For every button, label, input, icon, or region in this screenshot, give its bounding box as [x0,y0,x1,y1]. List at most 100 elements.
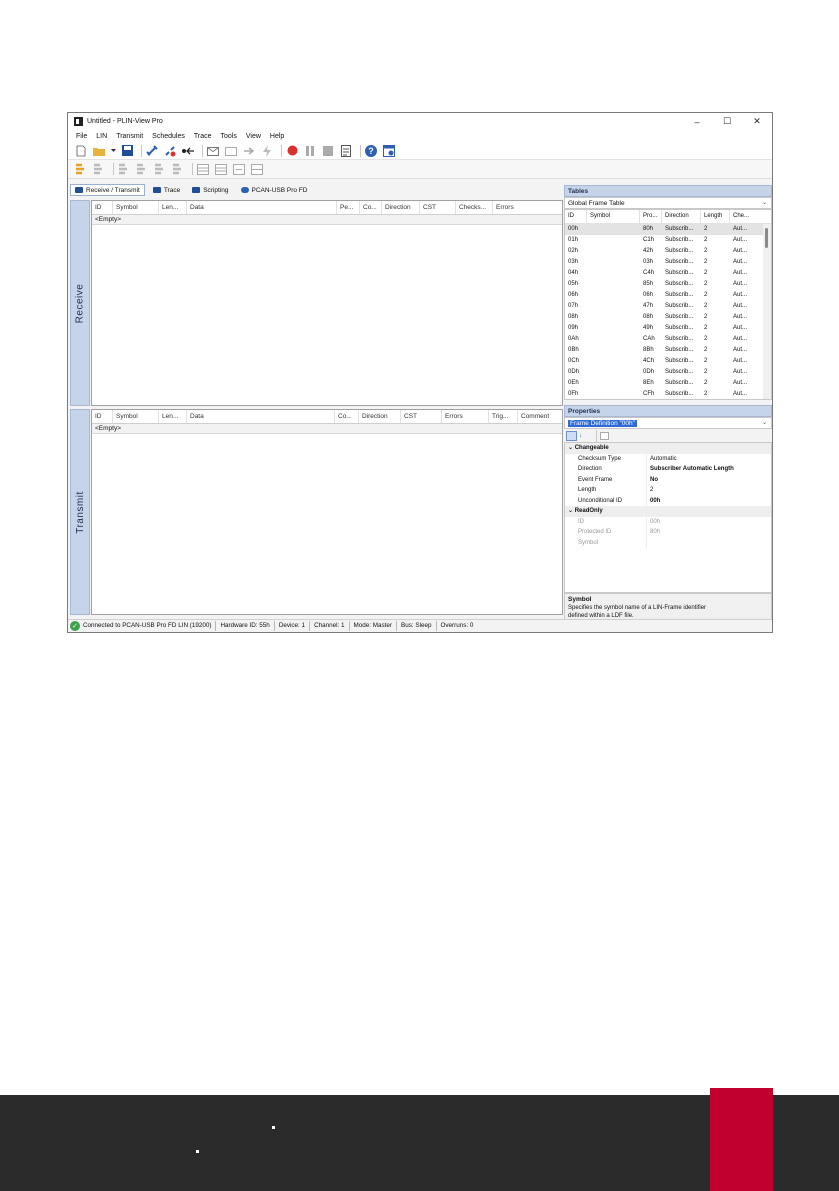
checklist-icon[interactable] [339,144,353,157]
col-header[interactable]: Checks... [456,201,493,214]
transmit-grid[interactable]: ID Symbol Len... Data Co... Direction CS… [91,409,563,615]
properties-select[interactable]: Frame Definition "00h" ⌄ [564,417,772,429]
col-header[interactable]: Errors [442,410,489,423]
property-row[interactable]: Event Frame No [565,474,771,486]
col-header[interactable]: ID [565,210,587,223]
schedule-icon[interactable] [171,163,185,176]
close-button[interactable]: ✕ [742,116,772,127]
help-icon[interactable]: ? [364,144,378,157]
tab-pcan-usb-pro-fd[interactable]: PCAN-USB Pro FD [237,184,312,196]
col-header[interactable]: ID [92,201,113,214]
lightning-icon[interactable] [260,144,274,157]
property-row[interactable]: Protected ID 80h [565,527,771,538]
table-row[interactable]: 0Fh CFh Subscrib... 2 Aut... [565,389,771,399]
property-value[interactable]: 00h [647,517,771,528]
schedule-icon[interactable] [153,163,167,176]
table-remove-icon[interactable] [214,163,228,176]
property-value[interactable]: Subscriber Automatic Length [647,464,771,475]
save-icon[interactable] [120,144,134,157]
menu-lin[interactable]: LIN [96,133,107,140]
category-readonly[interactable]: ⌄ ReadOnly [565,506,771,517]
sort-alphabetical-icon[interactable]: ↓ [579,431,590,441]
pause-icon[interactable] [303,144,317,157]
table-row[interactable]: 0Ah CAh Subscrib... 2 Aut... [565,334,771,345]
col-header[interactable]: Direction [382,201,420,214]
property-value[interactable]: 80h [647,527,771,538]
schedule-icon[interactable] [92,163,106,176]
receive-grid[interactable]: ID Symbol Len... Data Pe... Co... Direct… [91,200,563,406]
category-changeable[interactable]: ⌄ Changeable [565,443,771,454]
about-icon[interactable] [382,144,396,157]
table-row[interactable]: 00h 80h Subscrib... 2 Aut... [565,224,771,235]
table-insert-icon[interactable] [232,163,246,176]
tab-receive-transmit[interactable]: Receive / Transmit [70,184,145,196]
tab-scripting[interactable]: Scripting [188,184,232,196]
col-header[interactable]: Trig... [489,410,518,423]
frame-table[interactable]: ID Symbol Pro... Direction Length Che...… [564,209,772,400]
col-header[interactable]: Che... [730,210,758,223]
table-row[interactable]: 05h 85h Subscrib... 2 Aut... [565,279,771,290]
send-icon[interactable] [242,144,256,157]
col-header[interactable]: Symbol [113,201,159,214]
table-row[interactable]: 08h 08h Subscrib... 2 Aut... [565,312,771,323]
table-row[interactable]: 01h C1h Subscrib... 2 Aut... [565,235,771,246]
disconnect-icon[interactable] [163,144,177,157]
record-icon[interactable] [285,144,299,157]
menu-help[interactable]: Help [270,133,284,140]
table-row[interactable]: 0Eh 8Eh Subscrib... 2 Aut... [565,378,771,389]
stop-icon[interactable] [321,144,335,157]
table-row[interactable]: 04h C4h Subscrib... 2 Aut... [565,268,771,279]
collapse-icon[interactable]: ⌄ [568,445,573,451]
table-row[interactable]: 0Ch 4Ch Subscrib... 2 Aut... [565,356,771,367]
property-value[interactable]: Automatic [647,454,771,465]
col-header[interactable]: Co... [360,201,382,214]
open-folder-icon[interactable] [92,144,106,157]
col-header[interactable]: CST [420,201,456,214]
property-value[interactable]: 00h [647,496,771,507]
col-header[interactable]: Pro... [640,210,662,223]
new-file-icon[interactable] [74,144,88,157]
edit-message-icon[interactable] [224,144,238,157]
table-row[interactable]: 07h 47h Subscrib... 2 Aut... [565,301,771,312]
col-header[interactable]: ID [92,410,113,423]
scrollbar-thumb[interactable] [765,228,768,248]
tables-select[interactable]: Global Frame Table ⌄ [564,197,772,209]
col-header[interactable]: Len... [159,410,187,423]
col-header[interactable]: Data [187,201,337,214]
col-header[interactable]: Data [187,410,335,423]
schedule-icon[interactable] [117,163,131,176]
minimize-button[interactable]: – [682,117,712,127]
col-header[interactable]: Length [701,210,730,223]
table-row[interactable]: 0Dh 0Dh Subscrib... 2 Aut... [565,367,771,378]
property-value[interactable]: 2 [647,485,771,496]
property-row[interactable]: ID 00h [565,516,771,528]
maximize-button[interactable]: ☐ [712,116,742,127]
table-row[interactable]: 06h 06h Subscrib... 2 Aut... [565,290,771,301]
reset-icon[interactable] [181,144,195,157]
col-header[interactable]: Co... [335,410,359,423]
collapse-icon[interactable]: ⌄ [568,508,573,514]
categorized-icon[interactable] [566,430,577,441]
col-header[interactable]: Errors [493,201,562,214]
property-value[interactable]: No [647,475,771,486]
property-row[interactable]: Direction Subscriber Automatic Length [565,464,771,475]
menu-tools[interactable]: Tools [221,133,237,140]
new-message-icon[interactable] [206,144,220,157]
property-row[interactable]: Symbol [565,537,771,548]
menu-file[interactable]: File [76,133,87,140]
table-row[interactable]: 03h 03h Subscrib... 2 Aut... [565,257,771,268]
col-header[interactable]: Len... [159,201,187,214]
table-row[interactable]: 0Bh 8Bh Subscrib... 2 Aut... [565,345,771,356]
col-header[interactable]: CST [401,410,442,423]
property-row[interactable]: Unconditional ID 00h [565,495,771,507]
schedule-run-icon[interactable] [74,163,88,176]
property-row[interactable]: Length 2 [565,485,771,496]
property-pages-icon[interactable] [600,431,609,440]
table-add-icon[interactable] [196,163,210,176]
table-row[interactable]: 02h 42h Subscrib... 2 Aut... [565,246,771,257]
col-header[interactable]: Direction [662,210,701,223]
col-header[interactable]: Pe... [337,201,360,214]
connect-icon[interactable] [145,144,159,157]
property-grid[interactable]: ⌄ Changeable Checksum Type Automatic Direc… [564,442,772,593]
table-edit-icon[interactable] [250,163,264,176]
